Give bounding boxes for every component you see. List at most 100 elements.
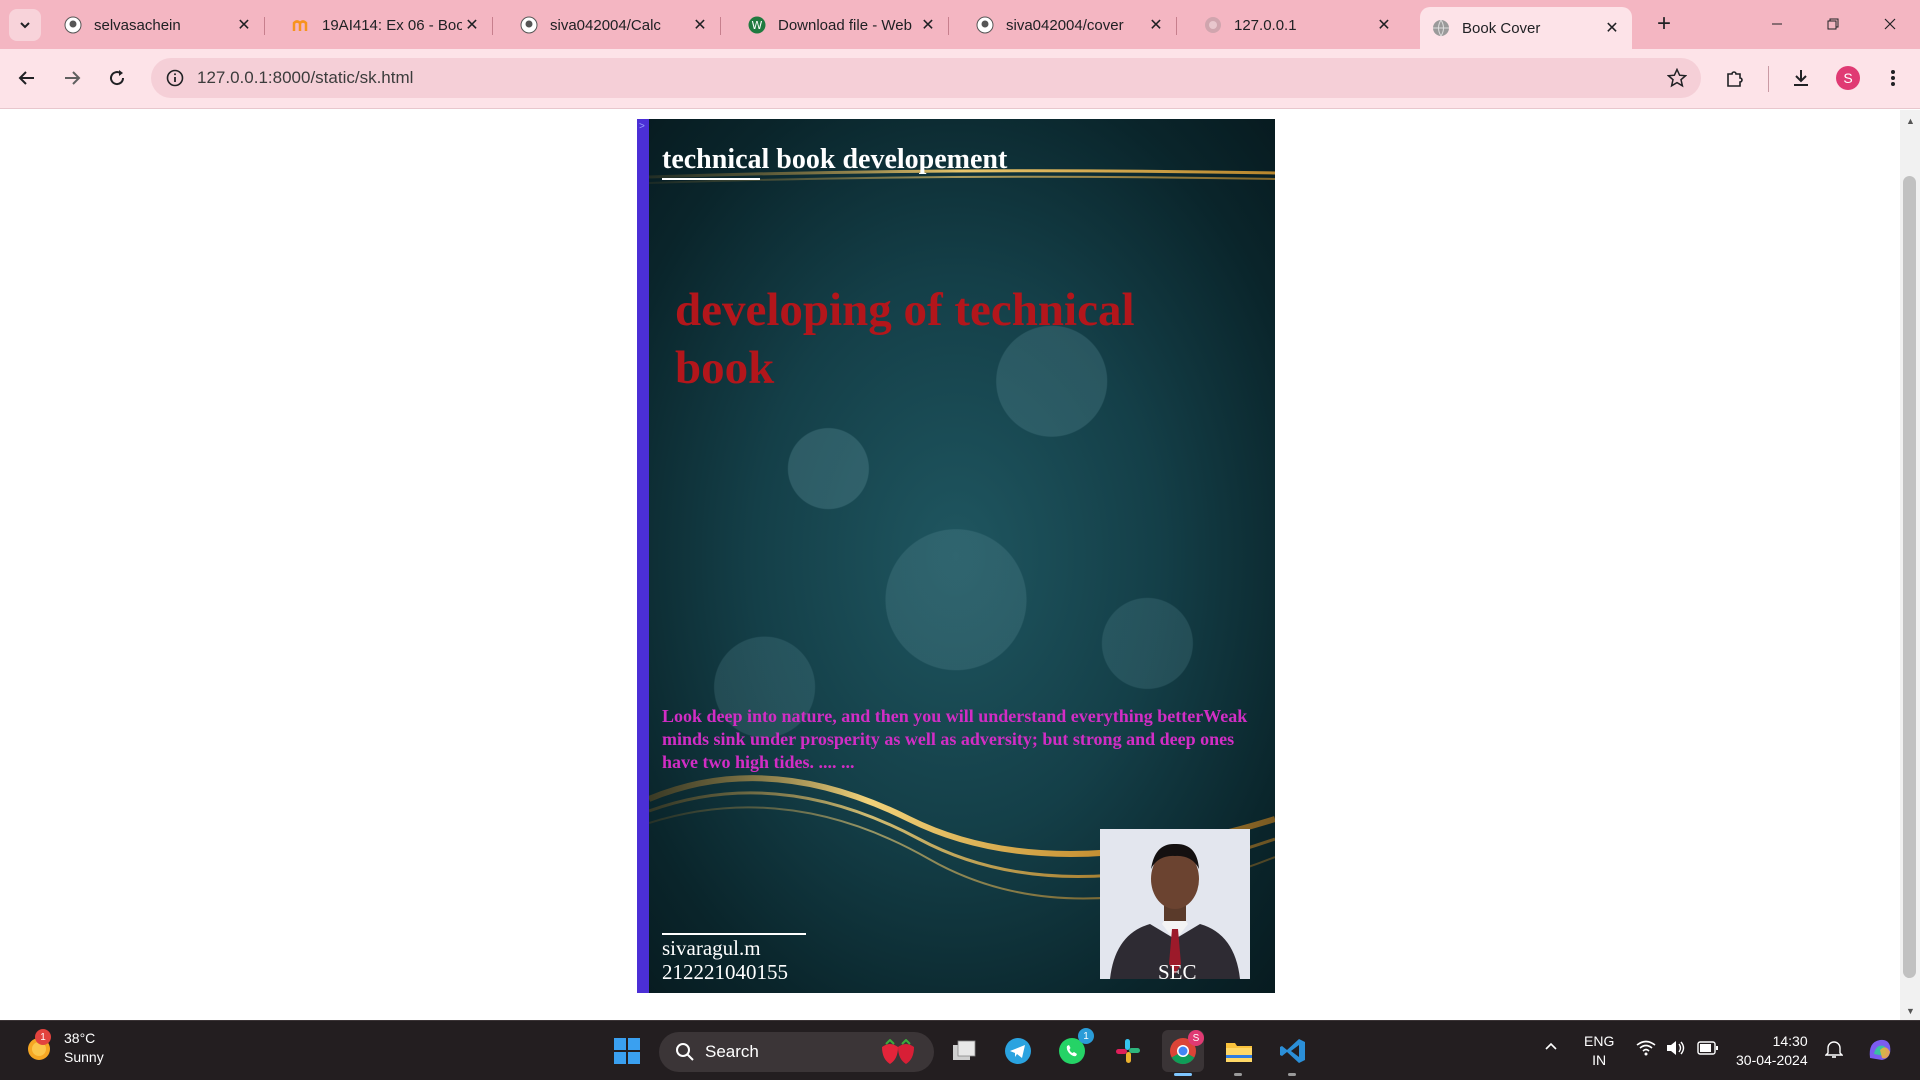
spine-mark: > <box>639 121 645 132</box>
forward-button[interactable] <box>55 61 89 95</box>
cover-title: developing of technical book <box>675 284 1135 394</box>
scroll-down-arrow-icon[interactable]: ▼ <box>1906 1006 1915 1016</box>
book-cover: > technical book developement developing… <box>637 119 1275 993</box>
whatsapp-badge: 1 <box>1078 1028 1094 1044</box>
close-icon[interactable]: ✕ <box>462 15 482 35</box>
tab-4[interactable]: siva042004/cover ✕ <box>964 7 1177 43</box>
close-icon[interactable]: ✕ <box>690 15 710 35</box>
reload-button[interactable] <box>100 61 134 95</box>
web-icon: W <box>748 16 766 34</box>
downloads-button[interactable] <box>1784 61 1818 95</box>
tab-title: Download file - Web <box>778 16 912 34</box>
sun-icon: 1 <box>24 1029 54 1063</box>
download-icon <box>1794 70 1808 86</box>
chrome-button[interactable]: S <box>1162 1030 1204 1076</box>
task-view-icon <box>953 1040 976 1060</box>
clock-date: 30-04-2024 <box>1736 1052 1808 1068</box>
weather-badge: 1 <box>35 1029 51 1045</box>
language-indicator[interactable]: ENG IN <box>1584 1032 1614 1070</box>
menu-button[interactable] <box>1876 61 1910 95</box>
vscode-icon <box>1280 1039 1305 1063</box>
weather-condition: Sunny <box>64 1049 104 1065</box>
tab-separator <box>264 17 265 35</box>
telegram-button[interactable] <box>997 1030 1039 1072</box>
restore-button[interactable] <box>1815 8 1851 40</box>
region-code: IN <box>1592 1052 1607 1068</box>
profile-avatar[interactable]: S <box>1836 66 1860 90</box>
address-bar[interactable]: 127.0.0.1:8000/static/sk.html <box>151 58 1701 98</box>
close-window-button[interactable] <box>1872 8 1908 40</box>
battery-icon[interactable] <box>1697 1041 1719 1058</box>
tab-separator <box>948 17 949 35</box>
chevron-up-icon[interactable] <box>1544 1039 1558 1056</box>
vscode-button[interactable] <box>1272 1030 1314 1076</box>
volume-icon[interactable] <box>1666 1040 1686 1059</box>
notification-bell-icon[interactable] <box>1824 1039 1844 1062</box>
minimize-button[interactable] <box>1759 8 1795 40</box>
tab-separator <box>720 17 721 35</box>
restore-icon <box>1827 18 1839 30</box>
author-photo <box>1100 829 1250 979</box>
wifi-icon[interactable] <box>1636 1040 1656 1059</box>
language-code: ENG <box>1584 1033 1615 1049</box>
running-indicator <box>1288 1073 1296 1076</box>
tab-title: 19AI414: Ex 06 - Boo <box>322 16 462 34</box>
weather-temp: 38°C <box>64 1030 96 1046</box>
cover-spine: > <box>637 119 649 993</box>
tab-separator <box>492 17 493 35</box>
tab-strip: selvasachein ✕ 19AI414: Ex 06 - Boo ✕ si… <box>0 0 1920 49</box>
slack-button[interactable] <box>1107 1030 1149 1072</box>
toolbar-divider <box>1768 66 1769 92</box>
arrow-left-icon <box>18 71 34 85</box>
author-underline <box>662 933 806 935</box>
close-icon[interactable]: ✕ <box>1374 15 1394 35</box>
tab-6-active[interactable]: Book Cover ✕ <box>1420 7 1632 49</box>
close-icon[interactable]: ✕ <box>234 15 254 35</box>
close-icon[interactable]: ✕ <box>918 15 938 35</box>
weather-widget[interactable]: 1 38°C Sunny <box>24 1029 104 1067</box>
college-label: SEC <box>1158 960 1197 984</box>
close-icon <box>1884 18 1896 30</box>
site-info-icon[interactable] <box>155 58 195 98</box>
tab-1[interactable]: 19AI414: Ex 06 - Boo ✕ <box>280 7 493 43</box>
windows-logo-icon <box>614 1038 640 1064</box>
tab-title: siva042004/cover <box>1006 16 1124 34</box>
extensions-button[interactable] <box>1718 61 1752 95</box>
clock-time: 14:30 <box>1772 1033 1808 1049</box>
start-button[interactable] <box>606 1030 648 1072</box>
chrome-profile-badge: S <box>1188 1030 1204 1046</box>
tab-5[interactable]: 127.0.0.1 ✕ <box>1192 7 1404 43</box>
arrow-right-icon <box>65 71 81 85</box>
taskbar-search[interactable]: Search <box>659 1032 934 1072</box>
bookmark-star-icon[interactable] <box>1666 67 1688 93</box>
copilot-icon[interactable] <box>1864 1034 1896 1069</box>
tab-0[interactable]: selvasachein ✕ <box>52 7 265 43</box>
globe-icon <box>1204 16 1222 34</box>
tab-separator <box>1176 17 1177 35</box>
tab-3[interactable]: W Download file - Web ✕ <box>736 7 949 43</box>
moodle-icon <box>292 16 310 34</box>
task-view-button[interactable] <box>943 1030 985 1072</box>
tab-2[interactable]: siva042004/Calc ✕ <box>508 7 721 43</box>
running-indicator <box>1234 1073 1242 1076</box>
tab-search-button[interactable] <box>9 9 41 41</box>
tab-title: siva042004/Calc <box>550 16 661 34</box>
file-explorer-button[interactable] <box>1218 1030 1260 1076</box>
system-clock[interactable]: 14:30 30-04-2024 <box>1736 1032 1808 1070</box>
active-indicator <box>1174 1073 1192 1076</box>
folder-icon <box>1226 1043 1252 1062</box>
new-tab-button[interactable]: + <box>1650 10 1678 38</box>
chevron-down-icon <box>20 22 30 29</box>
tab-title: 127.0.0.1 <box>1234 16 1297 34</box>
scroll-up-arrow-icon[interactable]: ▲ <box>1906 116 1915 126</box>
url-text[interactable]: 127.0.0.1:8000/static/sk.html <box>197 68 413 88</box>
tab-title: selvasachein <box>94 16 181 34</box>
reload-icon <box>110 70 125 86</box>
vertical-scrollbar[interactable]: ▲ ▼ <box>1900 110 1920 1020</box>
whatsapp-button[interactable]: 1 <box>1051 1028 1094 1072</box>
scrollbar-thumb[interactable] <box>1903 176 1916 978</box>
back-button[interactable] <box>10 61 44 95</box>
close-icon[interactable]: ✕ <box>1602 18 1622 38</box>
header-underline <box>662 178 760 180</box>
close-icon[interactable]: ✕ <box>1146 15 1166 35</box>
